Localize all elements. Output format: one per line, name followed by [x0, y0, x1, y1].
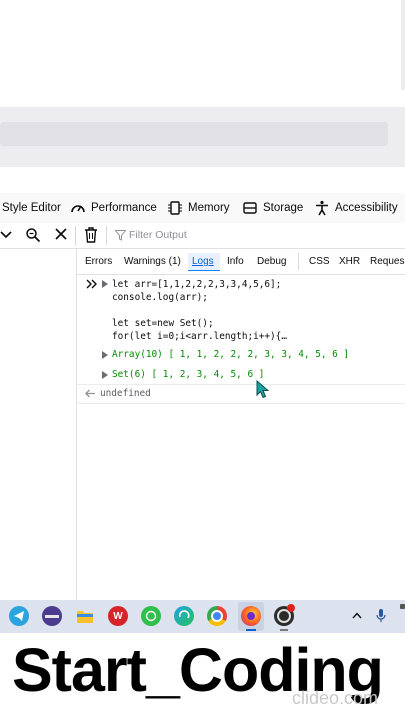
search-icon[interactable] [25, 227, 41, 243]
tab-storage[interactable]: Storage [242, 193, 303, 223]
expand-arrow-icon[interactable] [102, 351, 108, 359]
accessibility-icon [316, 200, 328, 216]
watermark: clideo.com [292, 688, 379, 708]
tab-style-editor[interactable]: Style Editor [2, 193, 61, 223]
console-input-line: console.log(arr); [112, 292, 208, 303]
memory-icon [168, 201, 182, 215]
tab-accessibility[interactable]: Accessibility [314, 193, 398, 223]
microphone-icon[interactable] [376, 608, 386, 624]
filter-requests[interactable]: Reques [370, 256, 404, 267]
active-app-indicator [246, 629, 256, 631]
windows-taskbar: W [0, 600, 405, 633]
file-explorer-icon[interactable] [75, 606, 95, 626]
wps-office-icon[interactable]: W [108, 606, 128, 626]
tab-label: Accessibility [335, 202, 398, 214]
toolbar-divider [75, 226, 76, 245]
tab-label: Performance [91, 202, 157, 214]
tab-performance[interactable]: Performance [70, 193, 157, 223]
input-prompt-icon [86, 279, 97, 289]
console-input-line: let set=new Set(); [112, 318, 214, 329]
app-running-indicator [280, 629, 288, 631]
toolbar-divider [106, 226, 107, 245]
tab-label: Style Editor [2, 202, 61, 214]
filter-debug[interactable]: Debug [257, 256, 286, 267]
filter-errors[interactable]: Errors [85, 256, 112, 267]
filter-icon [115, 230, 126, 241]
sidebar-divider [76, 248, 77, 600]
page-blank-area [0, 0, 405, 105]
scrollbar[interactable] [401, 0, 405, 90]
performance-icon [71, 205, 85, 213]
chrome-icon[interactable] [207, 606, 227, 626]
console-output-set[interactable]: Set(6) [ 1, 2, 3, 4, 5, 6 ] [112, 369, 264, 380]
tab-label: Memory [188, 202, 230, 214]
console-input-line: for(let i=0;i<arr.length;i++){… [112, 331, 287, 342]
filter-logs[interactable]: Logs [192, 256, 214, 267]
console-filter-tabs: Errors Warnings (1) Logs Info Debug CSS … [77, 249, 405, 275]
filter-divider [298, 253, 299, 270]
chevron-down-icon[interactable] [0, 229, 12, 241]
winrar-icon[interactable] [42, 606, 62, 626]
devtools-tabs: Style Editor Performance Memory Storage … [0, 193, 405, 224]
expand-arrow-icon[interactable] [102, 371, 108, 379]
whatsapp-icon[interactable] [141, 606, 161, 626]
tab-label: Storage [263, 202, 304, 214]
return-value: undefined [100, 388, 151, 399]
console-return-row: undefined [77, 384, 405, 404]
filter-info[interactable]: Info [227, 256, 244, 267]
address-bar[interactable] [0, 122, 388, 146]
console-toolbar: Filter Output [0, 223, 405, 249]
filter-xhr[interactable]: XHR [339, 256, 360, 267]
expand-arrow-icon[interactable] [102, 280, 108, 288]
return-arrow-icon [85, 389, 95, 398]
chevron-up-icon[interactable] [352, 612, 362, 619]
tab-memory[interactable]: Memory [167, 193, 230, 223]
mouse-cursor-icon [256, 380, 269, 399]
console-input-line: let arr=[1,1,2,2,2,3,3,4,5,6]; [112, 279, 282, 290]
close-icon[interactable] [54, 227, 68, 241]
trash-icon[interactable] [84, 227, 98, 243]
filter-css[interactable]: CSS [309, 256, 330, 267]
edge-icon[interactable] [174, 606, 194, 626]
firefox-icon[interactable] [241, 606, 261, 626]
recording-dot-icon [287, 604, 295, 612]
filter-warnings[interactable]: Warnings (1) [124, 256, 181, 267]
telegram-icon[interactable] [9, 606, 29, 626]
filter-output-input[interactable]: Filter Output [129, 229, 187, 241]
storage-icon [243, 202, 257, 214]
console-output-array[interactable]: Array(10) [ 1, 1, 2, 2, 2, 3, 3, 4, 5, 6… [112, 349, 349, 360]
taskbar-overflow-indicator [400, 604, 405, 609]
